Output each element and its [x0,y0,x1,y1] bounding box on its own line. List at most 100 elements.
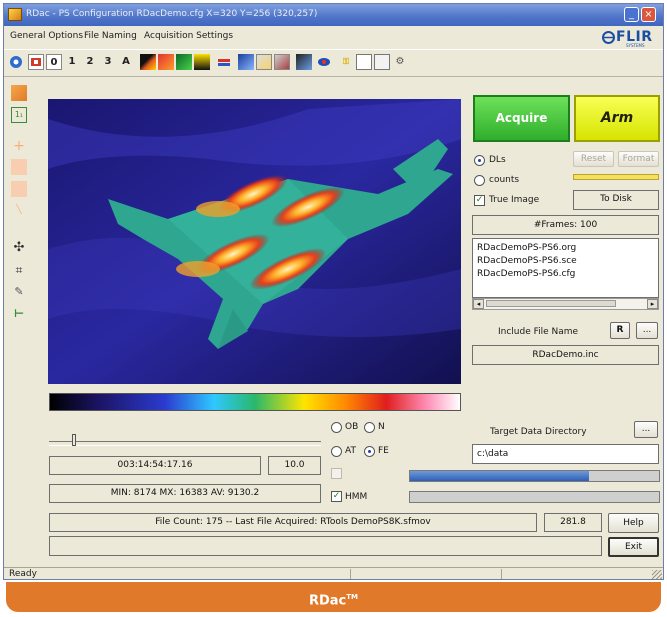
roi-disabled-1-icon[interactable] [11,159,27,175]
frame-slider-thumb[interactable] [72,434,76,446]
file-list-item[interactable]: RDacDemoPS-PS6.org [477,243,576,253]
hmm-label: HMM [345,492,368,502]
include-r-button[interactable]: R [610,322,630,339]
file-list-item[interactable]: RDacDemoPS-PS6.cfg [477,269,575,279]
hmm-checkbox[interactable]: ✓ [331,491,342,502]
roi-disabled-2-icon[interactable] [11,181,27,197]
status-bar: Ready [4,567,663,579]
palette-green-icon[interactable] [176,54,192,70]
disabled-checkbox[interactable] [331,468,342,479]
image-mode-1-icon[interactable] [256,54,272,70]
preset-0-button[interactable]: 0 [46,54,62,70]
counts-label: counts [489,175,520,185]
help-button[interactable]: Help [608,513,659,533]
target-directory-field[interactable]: c:\data [472,444,659,464]
at-label: AT [345,446,356,456]
document-icon[interactable] [374,54,390,70]
caption-pill: RDacTM [6,582,661,612]
menu-acquisition-settings[interactable]: Acquisition Settings [144,31,233,41]
at-radio[interactable] [331,446,342,457]
menu-general-options[interactable]: General Options [10,31,83,41]
n-label: N [378,422,385,432]
scale-icon[interactable] [216,54,232,70]
target-directory-label: Target Data Directory [490,427,587,437]
upper-progress-fill [410,471,590,481]
dls-label: DLs [489,155,506,165]
move-icon[interactable]: ✣ [11,241,27,257]
frame-slider-track[interactable] [49,441,321,446]
resize-icon[interactable]: ⌗ [11,263,27,279]
status-text: Ready [9,569,37,579]
line-disabled-icon[interactable]: ╲ [11,203,27,219]
true-image-checkbox[interactable]: ✓ [474,195,485,206]
arm-indicator [573,174,659,180]
camera-icon[interactable] [28,54,44,70]
file-count-field: File Count: 175 -- Last File Acquired: R… [49,513,537,532]
palette-iron-icon[interactable] [140,54,156,70]
file-list[interactable]: RDacDemoPS-PS6.org RDacDemoPS-PS6.sce RD… [472,238,659,298]
color-scale-bar [49,393,461,411]
preset-3-button[interactable]: 3 [100,54,116,70]
acquire-button[interactable]: Acquire [473,95,570,142]
include-browse-button[interactable]: ... [636,322,658,339]
to-disk-field[interactable]: To Disk [573,190,659,210]
trademark-mark: TM [346,593,359,601]
target-browse-button[interactable]: ... [634,421,658,438]
settings-icon[interactable]: ⚙ [392,54,408,70]
lower-progress-bar [409,491,660,503]
preset-1-button[interactable]: 1 [64,54,80,70]
zoom-image-icon[interactable] [238,54,254,70]
roi-h-icon[interactable]: ⊢ [11,307,27,323]
fe-radio[interactable] [364,446,375,457]
status-cell-2 [501,569,652,579]
roi-rect-icon[interactable] [11,85,27,101]
pen-icon[interactable]: ✎ [11,285,27,301]
histogram-icon[interactable] [296,54,312,70]
roi-1-icon[interactable]: 1₁ [11,107,27,123]
resize-grip-icon[interactable] [652,570,662,579]
frames-field[interactable]: #Frames: 100 [472,215,659,235]
preset-2-button[interactable]: 2 [82,54,98,70]
preset-a-button[interactable]: A [118,54,134,70]
thermal-image[interactable] [48,99,461,384]
menu-bar: General Options File Naming Acquisition … [4,27,663,47]
title-bar[interactable]: RDac - PS Configuration RDacDemo.cfg X=3… [4,4,663,26]
arm-button[interactable]: Arm [574,95,660,142]
globe-icon[interactable] [8,54,24,70]
close-button[interactable]: × [641,7,656,22]
reset-button[interactable]: Reset [573,151,614,167]
file-rate-field: 281.8 [544,513,602,532]
app-window: RDac - PS Configuration RDacDemo.cfg X=3… [3,3,664,580]
include-file-field[interactable]: RDacDemo.inc [472,345,659,365]
exit-button[interactable]: Exit [608,537,659,557]
ob-radio[interactable] [331,422,342,433]
counts-radio[interactable] [474,175,485,186]
palette-rainbow-icon[interactable] [158,54,174,70]
toolbar: 0 1 2 3 A ⚿ ⚙ [4,49,663,77]
image-mode-2-icon[interactable] [274,54,290,70]
palette-yellow-icon[interactable] [194,54,210,70]
record-icon[interactable] [316,54,332,70]
format-button[interactable]: Format [618,151,659,167]
key-icon[interactable]: ⚿ [338,54,354,70]
file-list-item[interactable]: RDacDemoPS-PS6.sce [477,256,577,266]
flir-logo: FLIR SYSTEMS [602,29,660,48]
scroll-left-icon[interactable]: ◂ [473,299,484,309]
true-image-label: True Image [489,195,540,205]
window-title: RDac - PS Configuration RDacDemo.cfg X=3… [26,9,318,19]
window-icon[interactable] [356,54,372,70]
menu-file-naming[interactable]: File Naming [84,31,137,41]
upper-progress-bar [409,470,660,482]
dls-radio[interactable] [474,155,485,166]
file-list-scrollbar[interactable]: ◂ ▸ [472,298,659,310]
message-field [49,536,602,556]
logo-subtext: SYSTEMS [626,43,645,48]
timestamp-field: 003:14:54:17.16 [49,456,261,475]
include-file-name-label: Include File Name [498,327,579,337]
crosshair-disabled-icon[interactable]: + [11,139,27,155]
n-radio[interactable] [364,422,375,433]
scroll-right-icon[interactable]: ▸ [647,299,658,309]
scroll-thumb[interactable] [486,300,616,307]
stats-field: MIN: 8174 MX: 16383 AV: 9130.2 [49,484,321,503]
minimize-button[interactable]: _ [624,7,639,22]
